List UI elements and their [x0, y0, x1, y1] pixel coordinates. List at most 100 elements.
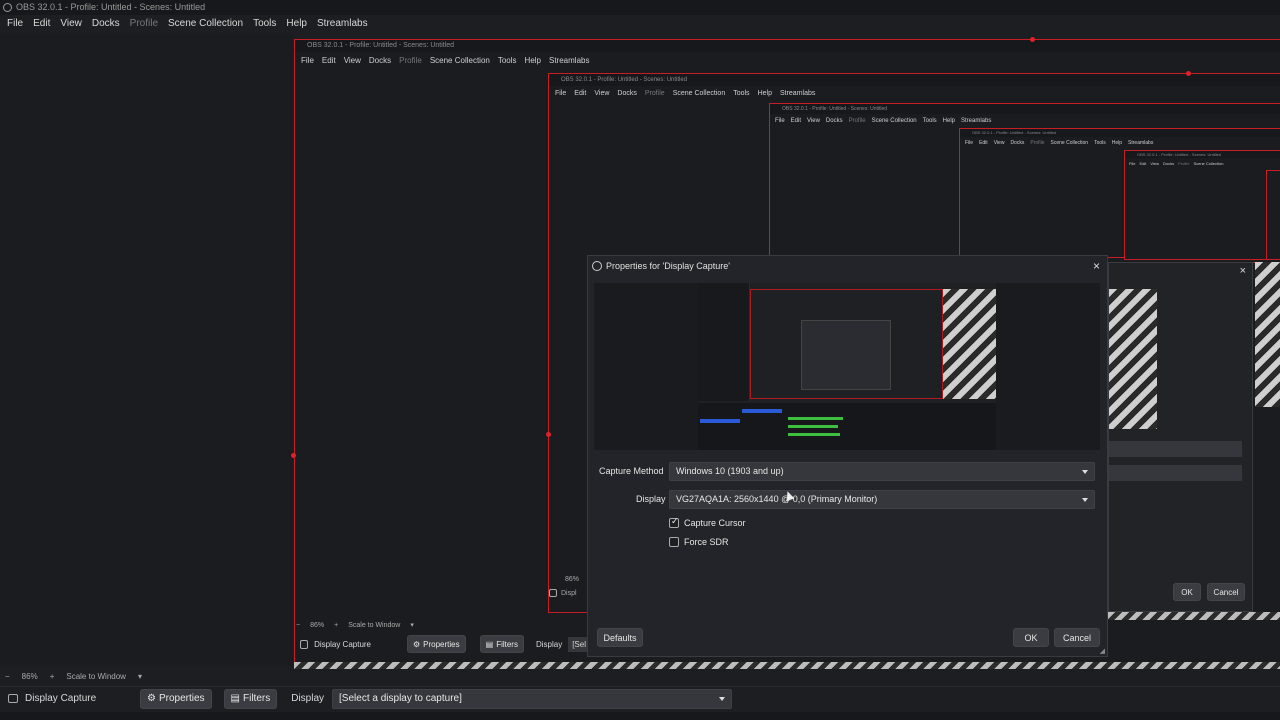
nested3-menu-file: File [775, 118, 785, 124]
window-titlebar: OBS 32.0.1 - Profile: Untitled - Scenes:… [0, 0, 1280, 15]
menu-docks[interactable]: Docks [87, 16, 125, 33]
nested2-properties-label: Properties [423, 639, 460, 649]
zoom-plus[interactable]: + [50, 672, 55, 681]
dialog-title: Properties for 'Display Capture' [606, 261, 730, 271]
bg-close-icon[interactable]: × [1240, 265, 1246, 277]
nested2-zoom-bar: − 86% + Scale to Window ▾ [296, 619, 586, 631]
resize-handle[interactable] [1186, 71, 1191, 76]
filters-button[interactable]: ▤ Filters [223, 688, 278, 709]
nested2-properties-button[interactable]: ⚙ Properties [406, 635, 466, 653]
nested2-menu-streamlabs: Streamlabs [779, 90, 816, 97]
nested3-menu-scene-collection: Scene Collection [871, 118, 917, 124]
nested2-zoom-minus[interactable]: − [296, 622, 300, 629]
nested2-menu-edit: Edit [574, 90, 587, 97]
preview-screen-sidebar [698, 283, 750, 401]
nested4-menu-docks: Docks [1010, 140, 1025, 146]
obs-logo-icon [3, 3, 12, 12]
filter-icon: ▤ [485, 639, 494, 649]
left-dock-panel [0, 34, 293, 666]
ok-button[interactable]: OK [1013, 628, 1049, 647]
menu-view[interactable]: View [55, 16, 87, 33]
nested1-menu-scene-collection: Scene Collection [429, 56, 490, 65]
menu-file[interactable]: File [2, 16, 28, 33]
nested-titlebar-2: OBS 32.0.1 - Profile: Untitled - Scenes:… [549, 74, 1280, 86]
nested3-menu-help: Help [942, 118, 955, 124]
nested-menubar-2: File Edit View Docks Profile Scene Colle… [551, 87, 819, 101]
nested2-menu-view: View [594, 90, 610, 97]
nested2-menu-help: Help [757, 90, 772, 97]
capture-method-select[interactable]: Windows 10 (1903 and up) [669, 462, 1095, 481]
menu-tools[interactable]: Tools [248, 16, 281, 33]
nested4-menu-tools: Tools [1094, 140, 1106, 146]
nested2-filters-button[interactable]: ▤ Filters [479, 635, 524, 653]
display-select-value: [Select a display to capture] [339, 692, 462, 704]
nested1-menu-view: View [343, 56, 361, 65]
nested-menubar-5: File Edit View Docks Profile Scene Colle… [1127, 159, 1225, 168]
nested3-menu-edit: Edit [790, 118, 802, 124]
bg-cancel-button[interactable]: Cancel [1207, 583, 1245, 601]
preview-level-6 [1266, 170, 1280, 260]
nested1-menu-file: File [301, 56, 314, 65]
zoom-minus[interactable]: − [5, 672, 10, 681]
menu-edit[interactable]: Edit [28, 16, 55, 33]
window-title: OBS 32.0.1 - Profile: Untitled - Scenes:… [16, 2, 206, 12]
display-select[interactable]: VG27AQA1A: 2560x1440 @ 0,0 (Primary Moni… [669, 490, 1095, 509]
force-sdr-row[interactable]: Force SDR [669, 537, 729, 547]
chevron-down-icon[interactable]: ▾ [138, 672, 142, 681]
chevron-down-icon[interactable]: ▾ [410, 621, 414, 629]
nested3-menu-profile: Profile [848, 118, 866, 124]
nested-titlebar-5: OBS 32.0.1 - Profile: Untitled - Scenes:… [1125, 151, 1280, 158]
capture-cursor-checkbox[interactable]: ✓ [669, 516, 679, 528]
nested1-bottom-hatch [294, 662, 1280, 669]
resize-handle[interactable] [546, 432, 551, 437]
nested1-menu-profile: Profile [399, 56, 422, 65]
nested2-filters-label: Filters [496, 639, 518, 649]
bg-combo-2[interactable] [1109, 465, 1242, 481]
zoom-mode[interactable]: Scale to Window [66, 672, 126, 681]
resize-grip-icon[interactable]: ◢ [1100, 647, 1105, 655]
display-select[interactable]: [Select a display to capture] [332, 688, 733, 709]
nested4-menu-edit: Edit [979, 140, 988, 146]
properties-button[interactable]: ⚙ Properties [140, 688, 212, 709]
nested2-menu-tools: Tools [733, 90, 750, 97]
nested-titlebar-3: OBS 32.0.1 - Profile: Untitled - Scenes:… [770, 104, 1280, 114]
filters-label: Filters [243, 693, 271, 704]
display-label: Display [636, 494, 666, 504]
capture-cursor-row[interactable]: ✓ Capture Cursor [669, 516, 746, 528]
menu-help[interactable]: Help [281, 16, 312, 33]
preview-screen-dialog [801, 320, 891, 390]
force-sdr-checkbox[interactable] [669, 537, 679, 547]
defaults-button[interactable]: Defaults [597, 628, 643, 647]
nested1-menu-help: Help [524, 56, 541, 65]
nested5-menu-scene-collection: Scene Collection [1193, 161, 1224, 166]
resize-handle[interactable] [291, 453, 296, 458]
preview-screen-docks [698, 403, 996, 450]
nested4-menu-help: Help [1111, 140, 1123, 146]
nested2-menu-docks: Docks [617, 90, 637, 97]
preview-screen-nested [750, 289, 943, 399]
bg-properties-dialog: × OK Cancel [1108, 262, 1253, 612]
menu-scene-collection[interactable]: Scene Collection [163, 16, 248, 33]
cancel-button[interactable]: Cancel [1054, 628, 1100, 647]
nested3-menu-view: View [807, 118, 820, 124]
preview-selected-source [742, 409, 782, 413]
close-icon[interactable]: × [1093, 256, 1100, 276]
dialog-titlebar: Properties for 'Display Capture' × [588, 256, 1107, 276]
preview-level-5: OBS 32.0.1 - Profile: Untitled - Scenes:… [1124, 150, 1280, 260]
resize-handle[interactable] [1030, 37, 1035, 42]
nested3-source-icon [549, 589, 557, 597]
status-bar [0, 712, 1280, 720]
nested2-zoom-mode[interactable]: Scale to Window [348, 622, 400, 629]
capture-method-value: Windows 10 (1903 and up) [676, 466, 784, 476]
nested2-zoom-plus[interactable]: + [334, 622, 338, 629]
nested2-menu-profile: Profile [644, 90, 665, 97]
menu-streamlabs[interactable]: Streamlabs [312, 16, 373, 33]
bg-combo-1[interactable] [1109, 441, 1242, 457]
display-label: Display [291, 693, 325, 704]
menu-profile[interactable]: Profile [125, 16, 163, 33]
nested1-menu-docks: Docks [368, 56, 392, 65]
properties-label: Properties [158, 693, 205, 704]
nested5-menu-edit: Edit [1139, 161, 1147, 166]
nested2-source-name: Display Capture [314, 639, 372, 649]
bg-ok-button[interactable]: OK [1173, 583, 1201, 601]
